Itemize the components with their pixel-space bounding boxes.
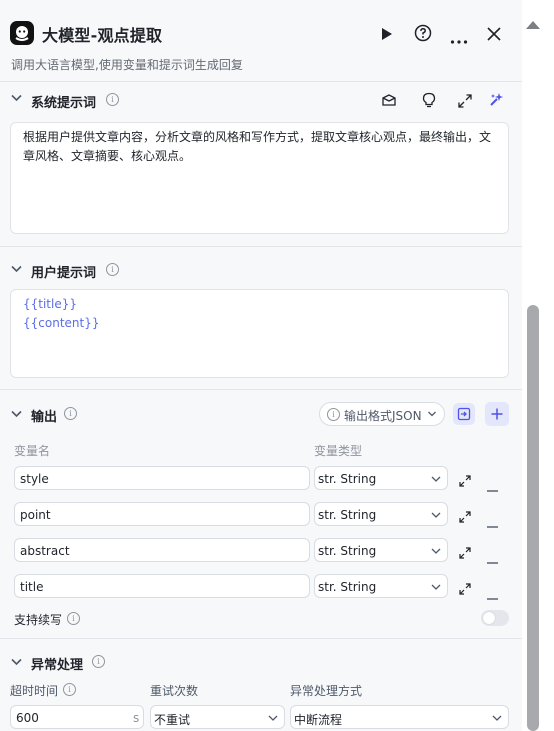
- output-var-type-select[interactable]: str. String: [314, 574, 448, 598]
- retry-label: 重试次数: [150, 684, 199, 698]
- output-var-name-input[interactable]: abstract: [14, 538, 310, 562]
- chevron-down-icon: [492, 712, 502, 722]
- remove-icon[interactable]: [487, 513, 498, 532]
- system-prompt-editor[interactable]: 根据用户提供文章内容，分析文章的风格和写作方式，提取文章核心观点，最终输出，文章…: [10, 122, 509, 234]
- lightbulb-icon[interactable]: [422, 92, 436, 112]
- toggle-knob: [483, 612, 495, 624]
- info-icon[interactable]: i: [106, 93, 119, 106]
- run-icon[interactable]: [380, 26, 394, 45]
- expand-icon[interactable]: [459, 508, 471, 527]
- chevron-down-icon: [427, 408, 437, 422]
- divider: [0, 81, 522, 82]
- ai-sparkle-icon[interactable]: [488, 92, 504, 112]
- collapse-output-chevron-icon[interactable]: [11, 410, 22, 421]
- continue-writing-toggle[interactable]: [481, 610, 509, 626]
- add-output-button[interactable]: [485, 402, 509, 426]
- remove-icon[interactable]: [487, 549, 498, 568]
- var-name-value: abstract: [20, 544, 70, 558]
- variable-content: {{content}}: [23, 316, 100, 330]
- import-icon[interactable]: [453, 403, 475, 425]
- expand-icon[interactable]: [459, 472, 471, 491]
- info-icon: i: [327, 408, 340, 421]
- output-var-name-input[interactable]: title: [14, 574, 310, 598]
- var-type-value: str. String: [318, 580, 377, 594]
- timeout-input[interactable]: 600 s: [10, 705, 144, 729]
- info-icon[interactable]: i: [67, 612, 80, 625]
- var-type-value: str. String: [318, 508, 377, 522]
- output-label: 输出: [31, 410, 58, 425]
- chevron-down-icon: [431, 473, 441, 483]
- timeout-unit: s: [133, 711, 140, 725]
- remove-icon[interactable]: [487, 477, 498, 496]
- method-value: 中断流程: [294, 713, 343, 727]
- output-format-button[interactable]: i 输出格式JSON: [319, 402, 445, 426]
- chevron-down-icon: [268, 712, 278, 722]
- output-var-type-select[interactable]: str. String: [314, 466, 448, 490]
- output-var-name-input[interactable]: style: [14, 466, 310, 490]
- expand-icon[interactable]: [459, 580, 471, 599]
- node-config-panel: 大模型-观点提取 调用大语言模型,使用变量和提示词生成回复 系统提示词 i 根据…: [0, 0, 522, 731]
- continue-writing-label: 支持续写: [14, 613, 63, 627]
- retry-value: 不重试: [154, 713, 191, 727]
- chevron-down-icon: [431, 581, 441, 591]
- scroll-up-arrow-icon[interactable]: [526, 21, 540, 29]
- help-icon[interactable]: [414, 24, 432, 46]
- collapse-user-prompt-chevron-icon[interactable]: [11, 265, 22, 276]
- node-title[interactable]: 大模型-观点提取: [42, 22, 162, 46]
- prompt-library-icon[interactable]: [381, 93, 397, 112]
- collapse-system-prompt-chevron-icon[interactable]: [11, 94, 22, 105]
- scrollbar-thumb[interactable]: [527, 305, 539, 731]
- info-icon[interactable]: i: [64, 407, 77, 420]
- user-prompt-label: 用户提示词: [31, 266, 97, 281]
- close-icon[interactable]: [487, 26, 501, 45]
- exception-method-select[interactable]: 中断流程: [290, 705, 509, 729]
- divider: [0, 638, 522, 639]
- user-prompt-editor[interactable]: {{title}} {{content}}: [10, 289, 509, 378]
- collapse-exception-chevron-icon[interactable]: [11, 658, 22, 669]
- info-icon[interactable]: i: [92, 655, 105, 668]
- timeout-label: 超时时间: [10, 684, 59, 698]
- system-prompt-text: 根据用户提供文章内容，分析文章的风格和写作方式，提取文章核心观点，最终输出，文章…: [23, 130, 492, 163]
- output-format-label: 输出格式JSON: [344, 409, 422, 423]
- output-var-type-select[interactable]: str. String: [314, 502, 448, 526]
- var-name-value: title: [20, 580, 44, 594]
- remove-icon[interactable]: [487, 585, 498, 604]
- var-name-value: style: [20, 472, 49, 486]
- node-description: 调用大语言模型,使用变量和提示词生成回复: [11, 58, 243, 72]
- system-prompt-label: 系统提示词: [31, 96, 97, 111]
- output-var-name-input[interactable]: point: [14, 502, 310, 526]
- more-icon[interactable]: [450, 30, 468, 49]
- variable-title: {{title}}: [23, 297, 77, 311]
- divider: [0, 389, 522, 390]
- expand-icon[interactable]: [459, 544, 471, 563]
- expand-icon[interactable]: [458, 93, 472, 112]
- method-label: 异常处理方式: [290, 684, 363, 698]
- info-icon[interactable]: i: [106, 263, 119, 276]
- info-icon[interactable]: i: [63, 683, 76, 696]
- column-header-type: 变量类型: [314, 444, 363, 458]
- column-header-name: 变量名: [14, 444, 51, 458]
- var-type-value: str. String: [318, 544, 377, 558]
- var-name-value: point: [20, 508, 51, 522]
- chevron-down-icon: [431, 509, 441, 519]
- divider: [0, 246, 522, 247]
- timeout-value: 600: [16, 711, 39, 725]
- retry-select[interactable]: 不重试: [150, 705, 285, 729]
- exception-label: 异常处理: [31, 658, 84, 673]
- node-logo-icon: [10, 21, 34, 45]
- chevron-down-icon: [431, 545, 441, 555]
- var-type-value: str. String: [318, 472, 377, 486]
- output-var-type-select[interactable]: str. String: [314, 538, 448, 562]
